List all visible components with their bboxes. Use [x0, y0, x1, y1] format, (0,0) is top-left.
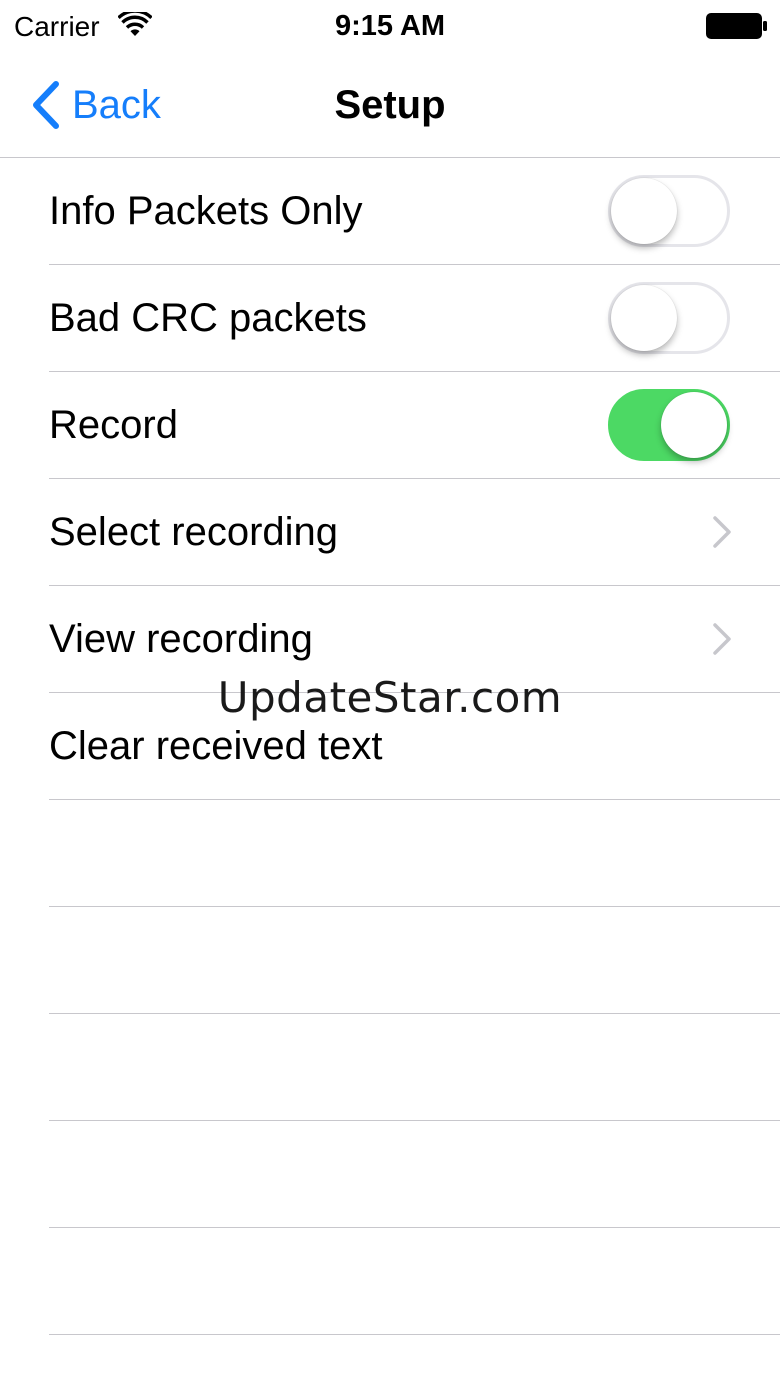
status-bar: Carrier 9:15 AM	[0, 0, 780, 54]
row-label: Record	[49, 403, 178, 447]
switch-knob	[611, 285, 677, 351]
table-row-select-recording[interactable]: Select recording	[49, 479, 780, 586]
chevron-right-icon	[713, 623, 731, 655]
row-label: Bad CRC packets	[49, 296, 367, 340]
table-row-record: Record	[49, 372, 780, 479]
table-row-empty	[49, 907, 780, 1014]
row-label: Clear received text	[49, 724, 383, 768]
row-label: Info Packets Only	[49, 189, 363, 233]
battery-icon	[706, 13, 767, 39]
switch-knob	[611, 178, 677, 244]
status-time: 9:15 AM	[334, 10, 446, 42]
record-switch[interactable]	[608, 389, 730, 461]
table-row-empty	[49, 1228, 780, 1335]
table-row-clear-received-text[interactable]: Clear received text	[49, 693, 780, 800]
row-label: View recording	[49, 617, 313, 661]
row-label: Select recording	[49, 510, 339, 554]
bad-crc-packets-switch[interactable]	[608, 282, 730, 354]
navigation-bar: Back Setup	[0, 54, 780, 158]
table-row-empty	[49, 800, 780, 907]
table-row-empty	[49, 1014, 780, 1121]
table-row-bad-crc-packets: Bad CRC packets	[49, 265, 780, 372]
settings-table: Info Packets Only Bad CRC packets Record…	[0, 158, 780, 1335]
page-title: Setup	[334, 83, 446, 127]
table-row-info-packets-only: Info Packets Only	[49, 158, 780, 265]
table-row-view-recording[interactable]: View recording	[49, 586, 780, 693]
switch-knob	[661, 392, 727, 458]
chevron-right-icon	[713, 516, 731, 548]
info-packets-only-switch[interactable]	[608, 175, 730, 247]
table-row-empty	[49, 1121, 780, 1228]
